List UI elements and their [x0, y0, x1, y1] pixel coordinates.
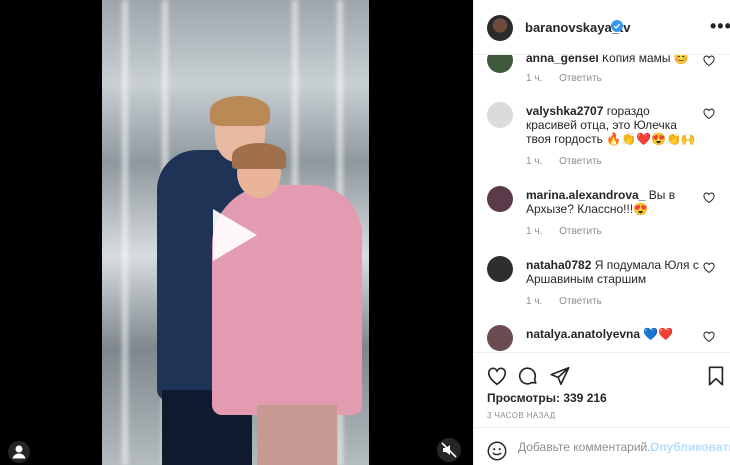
post-header: baranovskaya_tv ••• — [474, 0, 730, 55]
commenter-avatar[interactable] — [487, 55, 513, 73]
play-icon[interactable] — [213, 209, 257, 261]
comment-meta: 1 ч. Ответить — [526, 226, 616, 237]
reply-button[interactable]: Ответить — [559, 156, 602, 167]
like-comment-icon[interactable] — [703, 55, 715, 67]
girl-skirt — [257, 405, 337, 465]
boy-hair — [210, 96, 270, 126]
comment-username[interactable]: valyshka2707 — [526, 104, 603, 118]
commenter-avatar[interactable] — [487, 186, 513, 212]
muted-audio-icon[interactable] — [437, 438, 461, 462]
comment-body: 💙❤️ — [643, 327, 674, 341]
comment-text: anna_gensel Копия мамы 😊 — [526, 55, 701, 65]
view-count[interactable]: Просмотры: 339 216 — [487, 391, 607, 405]
comment-time: 1 ч. — [526, 296, 543, 307]
tagged-user-icon[interactable] — [8, 441, 30, 463]
comment-input[interactable] — [518, 440, 658, 454]
post-sidebar: baranovskaya_tv ••• anna_gensel Копия ма… — [473, 0, 730, 465]
comment-username[interactable]: anna_gensel — [526, 55, 599, 65]
add-comment-bar: Опубликовать — [474, 427, 730, 465]
comment-meta: 1 ч. Ответить — [526, 296, 616, 307]
comment-text: marina.alexandrova_ Вы в Архызе? Классно… — [526, 188, 701, 216]
share-icon[interactable] — [549, 365, 571, 387]
like-comment-icon[interactable] — [703, 192, 715, 204]
like-comment-icon[interactable] — [703, 262, 715, 274]
comment-time: 1 ч. — [526, 226, 543, 237]
comment-username[interactable]: marina.alexandrova_ — [526, 188, 645, 202]
girl-hair — [232, 143, 286, 169]
comment-time: 1 ч. — [526, 156, 543, 167]
comment-icon[interactable] — [517, 365, 539, 387]
like-comment-icon[interactable] — [703, 331, 715, 343]
comment-text: natalya.anatolyevna 💙❤️ — [526, 327, 701, 341]
commenter-avatar[interactable] — [487, 256, 513, 282]
post-actions: Просмотры: 339 216 3 ЧАСОВ НАЗАД — [474, 352, 730, 427]
save-bookmark-icon[interactable] — [705, 365, 727, 387]
commenter-avatar[interactable] — [487, 325, 513, 351]
comment-body: Копия мамы 😊 — [602, 55, 689, 65]
more-options-icon[interactable]: ••• — [710, 16, 730, 37]
comment-username[interactable]: nataha0782 — [526, 258, 591, 272]
comment-meta: 1 ч. Ответить — [526, 73, 616, 84]
reply-button[interactable]: Ответить — [559, 226, 602, 237]
emoji-icon[interactable] — [486, 440, 508, 462]
comments-list[interactable]: anna_gensel Копия мамы 😊 1 ч. Ответить v… — [474, 55, 730, 352]
comment-text: nataha0782 Я подумала Юля с Аршавиным ст… — [526, 258, 701, 286]
author-avatar[interactable] — [487, 15, 513, 41]
post-timestamp[interactable]: 3 ЧАСОВ НАЗАД — [487, 411, 556, 420]
reply-button[interactable]: Ответить — [559, 296, 602, 307]
comment-meta: 1 ч. Ответить — [526, 156, 616, 167]
publish-button[interactable]: Опубликовать — [650, 440, 730, 454]
like-comment-icon[interactable] — [703, 108, 715, 120]
like-icon[interactable] — [486, 365, 508, 387]
verified-badge-icon — [611, 20, 623, 32]
commenter-avatar[interactable] — [487, 102, 513, 128]
media-viewer — [0, 0, 473, 465]
comment-username[interactable]: natalya.anatolyevna — [526, 327, 640, 341]
reply-button[interactable]: Ответить — [559, 73, 602, 84]
waterfall-streak — [122, 0, 128, 465]
comment-text: valyshka2707 гораздо красивей отца, это … — [526, 104, 701, 146]
comment-time: 1 ч. — [526, 73, 543, 84]
